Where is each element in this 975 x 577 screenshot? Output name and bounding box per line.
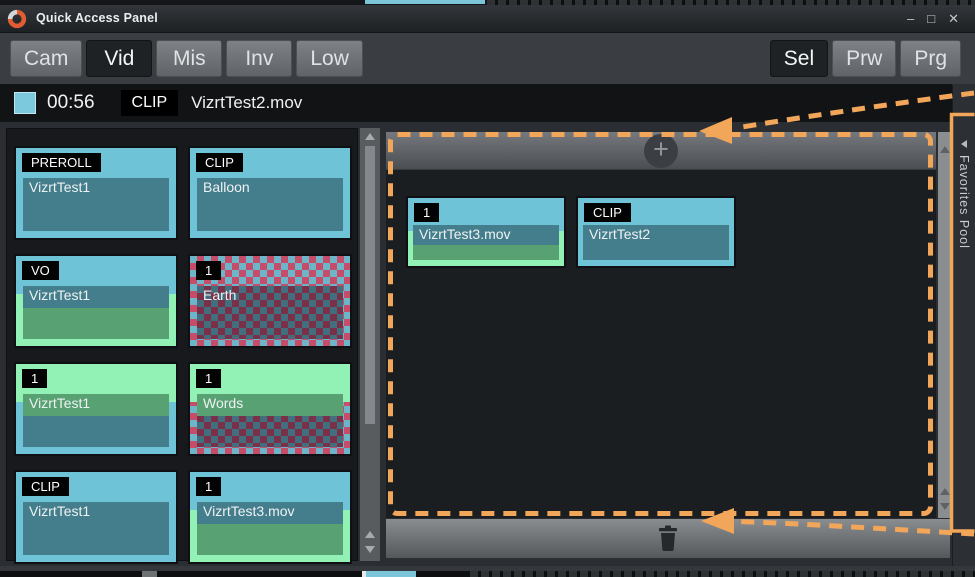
clip-grid-scrollbar[interactable] — [360, 128, 380, 561]
clip-tile[interactable]: VizrtTest1 VO — [16, 256, 176, 346]
clip-thumbnail: VizrtTest1 — [23, 286, 169, 339]
tab-inv[interactable]: Inv — [226, 40, 292, 77]
clip-badge: 1 — [196, 477, 221, 496]
clip-name: Balloon — [203, 179, 250, 195]
clip-name: VizrtTest1 — [29, 503, 90, 519]
scroll-down-icon[interactable] — [365, 546, 375, 553]
clip-name: Words — [203, 395, 243, 411]
window-title: Quick Access Panel — [36, 11, 158, 25]
source-tabs: Cam Vid Mis Inv Low — [10, 40, 363, 77]
clip-timecode: 00:56 — [47, 92, 95, 114]
clip-badge: VO — [22, 261, 59, 280]
clip-name: VizrtTest3.mov — [203, 503, 295, 519]
clip-tile[interactable]: VizrtTest3.mov 1 — [190, 472, 350, 562]
clip-badge: 1 — [196, 369, 221, 388]
add-icon[interactable]: + — [644, 134, 678, 168]
tab-prw[interactable]: Prw — [832, 40, 896, 77]
tab-prg[interactable]: Prg — [900, 40, 961, 77]
clip-tile[interactable]: VizrtTest1 PREROLL — [16, 148, 176, 238]
background-gray-square — [142, 571, 157, 577]
clip-name: Earth — [203, 287, 236, 303]
tab-cam[interactable]: Cam — [10, 40, 82, 77]
clip-tile[interactable]: Earth 1 — [190, 256, 350, 346]
clip-tile[interactable]: VizrtTest2 CLIP — [578, 198, 734, 266]
clip-name: VizrtTest2 — [589, 226, 650, 242]
clip-badge: 1 — [22, 369, 47, 388]
favorites-pool-panel: + VizrtTest3.mov 1 VizrtTest2 CLIP — [386, 132, 936, 518]
background-cyan-bar — [365, 0, 485, 4]
clip-name: VizrtTest1 — [29, 395, 90, 411]
titlebar[interactable]: Quick Access Panel – □ ✕ — [0, 5, 975, 33]
clip-badge: CLIP — [196, 153, 243, 172]
clip-name: VizrtTest1 — [29, 287, 90, 303]
output-tabs: Sel Prw Prg — [770, 40, 961, 77]
clip-thumbnail: VizrtTest1 — [23, 502, 169, 555]
favorites-scrollbar[interactable] — [938, 132, 951, 518]
favorites-pool-label: Favorites Pool — [957, 155, 971, 249]
clip-badge: PREROLL — [22, 153, 101, 172]
clip-tile[interactable]: Words 1 — [190, 364, 350, 454]
window-bottom-edge — [0, 566, 975, 571]
favorites-pool-side-tab[interactable]: Favorites Pool — [952, 85, 975, 571]
clip-badge: CLIP — [22, 477, 69, 496]
current-clip-status-bar: 00:56 CLIP VizrtTest2.mov — [0, 84, 952, 122]
screen: Quick Access Panel – □ ✕ Cam Vid Mis Inv… — [0, 0, 975, 577]
clip-thumbnail: Words — [197, 394, 343, 447]
tab-bar: Cam Vid Mis Inv Low Sel Prw Prg — [0, 33, 975, 84]
clip-color-swatch — [14, 92, 36, 114]
clip-filename: VizrtTest2.mov — [191, 93, 302, 113]
clip-thumbnail: Earth — [197, 286, 343, 339]
background-dotted-strip — [470, 571, 975, 577]
clip-thumbnail: VizrtTest2 — [583, 225, 729, 260]
favorites-drop-area[interactable]: VizrtTest3.mov 1 VizrtTest2 CLIP — [386, 170, 936, 518]
clip-thumbnail: Balloon — [197, 178, 343, 231]
tab-vid[interactable]: Vid — [86, 40, 152, 77]
minimize-button[interactable]: – — [907, 10, 914, 27]
main-area: VizrtTest1 PREROLL Balloon CLIP VizrtTes… — [0, 122, 975, 566]
clip-thumbnail: VizrtTest3.mov — [413, 225, 559, 260]
tab-sel[interactable]: Sel — [770, 40, 828, 77]
scroll-up-icon[interactable] — [365, 133, 375, 140]
app-logo-icon — [6, 8, 28, 30]
scroll-up-icon[interactable] — [365, 531, 375, 538]
clip-tile[interactable]: VizrtTest1 1 — [16, 364, 176, 454]
scrollbar-thumb[interactable] — [365, 146, 375, 424]
clip-thumbnail: VizrtTest1 — [23, 178, 169, 231]
close-button[interactable]: ✕ — [948, 10, 959, 27]
clip-tile[interactable]: VizrtTest3.mov 1 — [408, 198, 564, 266]
clip-name: VizrtTest3.mov — [419, 226, 511, 242]
clip-tile[interactable]: VizrtTest1 CLIP — [16, 472, 176, 562]
clip-badge: 1 — [196, 261, 221, 280]
scroll-up-icon[interactable] — [940, 488, 950, 495]
tab-mis[interactable]: Mis — [156, 40, 222, 77]
favorites-delete-bar[interactable] — [386, 519, 950, 558]
clip-grid-panel: VizrtTest1 PREROLL Balloon CLIP VizrtTes… — [6, 128, 358, 561]
tab-low[interactable]: Low — [296, 40, 363, 77]
clip-badge: CLIP — [584, 203, 631, 222]
clip-thumbnail: VizrtTest1 — [23, 394, 169, 447]
quick-access-panel-window: Quick Access Panel – □ ✕ Cam Vid Mis Inv… — [0, 5, 975, 571]
scroll-up-icon[interactable] — [940, 146, 950, 153]
background-bottom-strip — [0, 571, 975, 577]
favorites-clip-list: VizrtTest3.mov 1 VizrtTest2 CLIP — [408, 198, 734, 266]
background-cyan-bar — [366, 571, 416, 577]
clip-type-badge: CLIP — [121, 90, 179, 116]
scroll-down-icon[interactable] — [940, 503, 950, 510]
clip-badge: 1 — [414, 203, 439, 222]
clip-thumbnail: VizrtTest3.mov — [197, 502, 343, 555]
collapse-left-icon — [961, 140, 967, 148]
maximize-button[interactable]: □ — [927, 10, 935, 27]
clip-tile[interactable]: Balloon CLIP — [190, 148, 350, 238]
clip-name: VizrtTest1 — [29, 179, 90, 195]
favorites-add-bar[interactable]: + — [386, 132, 936, 170]
trash-icon[interactable] — [656, 525, 680, 552]
